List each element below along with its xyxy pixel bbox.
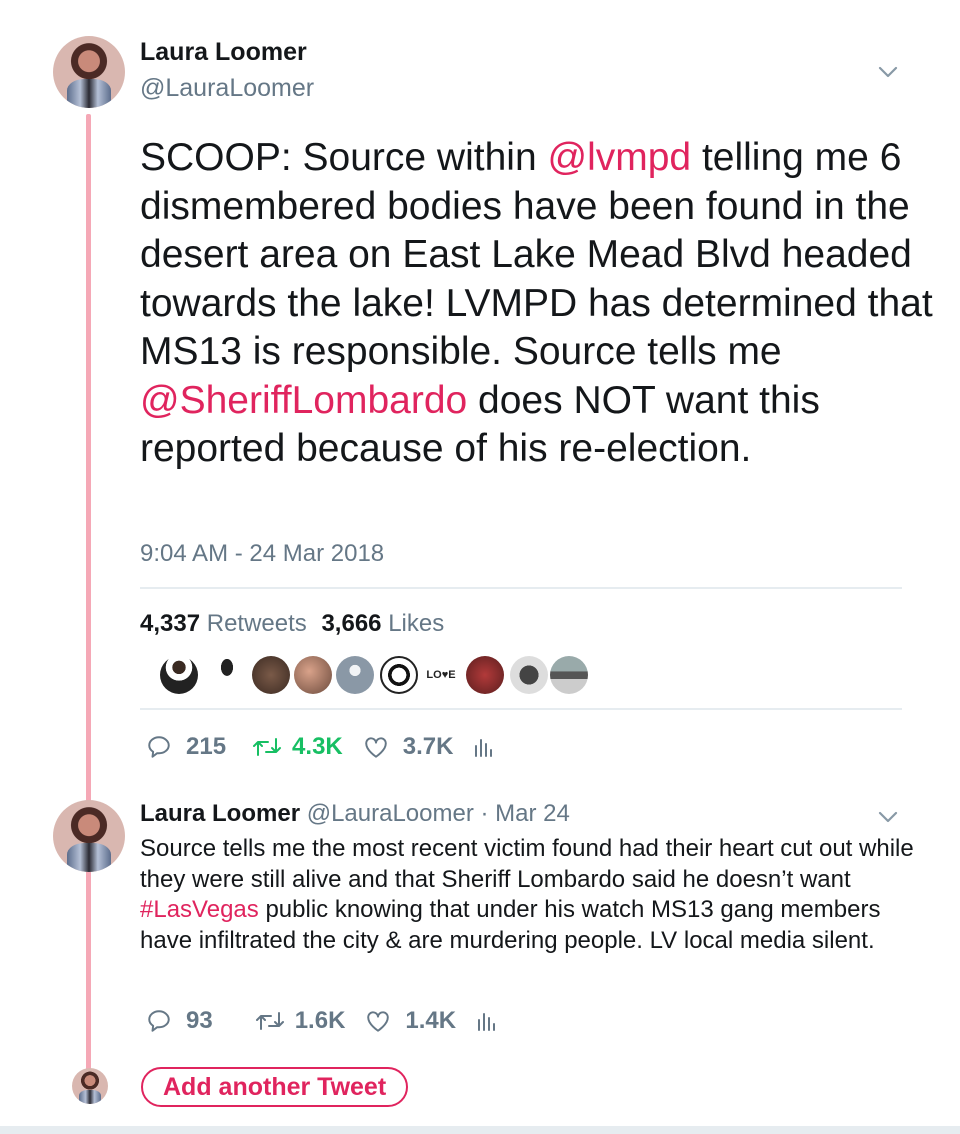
mention-link[interactable]: @lvmpd: [547, 136, 691, 179]
bottom-separator: [0, 1126, 960, 1134]
heart-icon: [367, 1011, 390, 1032]
liker-avatar[interactable]: [510, 656, 548, 694]
analytics-button[interactable]: [476, 1010, 496, 1032]
retweet-icon: [253, 738, 282, 756]
tweet-timestamp[interactable]: 9:04 AM - 24 Mar 2018: [140, 540, 384, 568]
like-button[interactable]: 3.7K: [363, 733, 454, 761]
retweets-count[interactable]: 4,337: [140, 610, 200, 637]
liker-avatar[interactable]: [160, 656, 198, 694]
reply-count: 215: [186, 733, 227, 760]
divider: [140, 587, 902, 589]
liker-avatar[interactable]: [380, 656, 418, 694]
tweet-text-segment: SCOOP: Source within: [140, 136, 548, 179]
reply-tweet-actions: 93 1.6K 1.4K: [146, 1007, 496, 1035]
tweet-text: SCOOP: Source within @lvmpd telling me 6…: [140, 134, 940, 474]
analytics-button[interactable]: [473, 736, 493, 758]
reply-meta[interactable]: @LauraLoomer · Mar 24: [307, 800, 570, 827]
tweet-stats: 4,337 Retweets 3,666 Likes: [140, 610, 452, 638]
retweets-label[interactable]: Retweets: [207, 610, 307, 637]
divider: [140, 708, 902, 710]
reply-icon: [148, 1010, 170, 1032]
liker-avatar[interactable]: [550, 656, 588, 694]
liker-avatar[interactable]: [252, 656, 290, 694]
analytics-icon: [475, 739, 493, 757]
retweet-icon: [255, 1012, 284, 1030]
thread-connector-line: [86, 114, 91, 1074]
author-name[interactable]: Laura Loomer: [140, 38, 307, 67]
tweet-actions: 215 4.3K 3.7K: [146, 733, 493, 761]
liker-avatar[interactable]: [208, 656, 246, 694]
liker-avatar-love[interactable]: LO♥E: [422, 656, 460, 694]
like-button[interactable]: 1.4K: [365, 1007, 456, 1035]
liker-avatar[interactable]: [466, 656, 504, 694]
reply-count: 93: [186, 1007, 213, 1034]
like-count: 1.4K: [405, 1007, 457, 1034]
current-user-avatar: [72, 1068, 108, 1104]
author-handle[interactable]: @LauraLoomer: [140, 74, 314, 103]
chevron-down-icon[interactable]: [876, 60, 900, 84]
heart-icon: [365, 737, 387, 758]
liker-avatar[interactable]: [294, 656, 332, 694]
reply-tweet-text: Source tells me the most recent victim f…: [140, 834, 920, 956]
retweet-count: 4.3K: [292, 733, 343, 760]
retweet-count: 1.6K: [294, 1007, 346, 1034]
add-another-tweet-button[interactable]: Add another Tweet: [141, 1067, 409, 1107]
mention-link[interactable]: @SheriffLombardo: [140, 379, 467, 422]
analytics-icon: [478, 1013, 496, 1031]
likes-count[interactable]: 3,666: [321, 610, 381, 637]
retweet-button[interactable]: 4.3K: [252, 733, 343, 761]
liker-avatar[interactable]: [336, 656, 374, 694]
reply-author-avatar[interactable]: [53, 800, 125, 872]
reply-button[interactable]: 93: [146, 1007, 213, 1035]
retweet-button[interactable]: 1.6K: [255, 1007, 346, 1035]
author-avatar[interactable]: [53, 36, 125, 108]
reply-author-name[interactable]: Laura Loomer: [140, 800, 300, 827]
like-count: 3.7K: [402, 733, 454, 760]
hashtag-link[interactable]: #LasVegas: [140, 896, 259, 923]
chevron-down-icon[interactable]: [876, 805, 900, 829]
reply-button[interactable]: 215: [146, 733, 226, 761]
reply-header: Laura Loomer @LauraLoomer · Mar 24: [140, 800, 570, 828]
reply-icon: [148, 736, 170, 758]
tweet-text-segment: Source tells me the most recent victim f…: [140, 835, 914, 893]
likes-label[interactable]: Likes: [388, 610, 444, 637]
